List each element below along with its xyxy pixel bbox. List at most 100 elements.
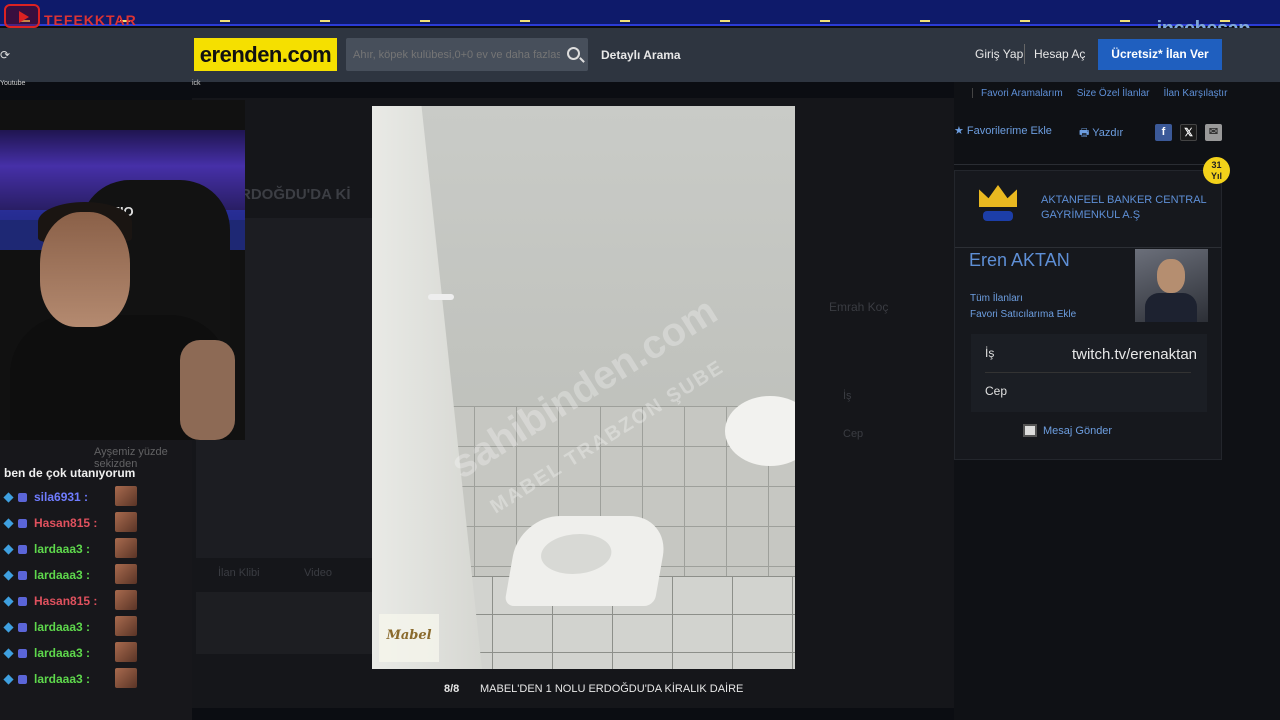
- all-listings-link[interactable]: Tüm İlanları: [970, 293, 1023, 304]
- seller-avatar: [1135, 249, 1208, 322]
- strip-dash: [920, 20, 930, 22]
- chat-message: ben de çok utanıyorum: [4, 466, 136, 480]
- squat-toilet: [504, 516, 670, 606]
- chat-overlay: Ayşemiz yüzde sekizden ben de çok utanıy…: [0, 440, 192, 720]
- chat-badges-icon: [3, 570, 30, 581]
- chat-row: lardaaa3 :: [3, 668, 190, 690]
- chat-badges-icon: [3, 492, 30, 503]
- add-favorite-seller-link[interactable]: Favori Satıcılarıma Ekle: [970, 309, 1076, 320]
- search-bar: [346, 38, 588, 71]
- phone-work-label: İş: [985, 346, 995, 360]
- chat-username[interactable]: lardaaa3 :: [34, 542, 90, 556]
- stream-brand: TEFEKKTAR: [44, 12, 137, 28]
- chat-emote-icon: [114, 642, 137, 662]
- chat-username[interactable]: sila6931 :: [34, 490, 88, 504]
- photo-title: MABEL'DEN 1 NOLU ERDOĞDU'DA KİRALIK DAİR…: [480, 683, 744, 695]
- years-badge-number: 31: [1211, 160, 1222, 170]
- login-link[interactable]: Giriş Yap: [975, 47, 1023, 61]
- streamer-face: [40, 212, 130, 327]
- chat-emote-icon: [114, 538, 137, 558]
- send-message-label: Mesaj Gönder: [1043, 425, 1113, 437]
- chat-emote-icon: [114, 668, 137, 688]
- send-message-button[interactable]: Mesaj Gönder: [1023, 424, 1113, 437]
- agency-logo: Mabel: [379, 614, 439, 662]
- listing-actions: ★ Favorilerime Ekle 🖶 Yazdır f 𝕏 ✉: [954, 118, 1224, 146]
- chat-badges-icon: [3, 544, 30, 555]
- top-links: Favori Aramalarım Size Özel İlanlar İlan K…: [972, 88, 1241, 99]
- chat-row: lardaaa3 :: [3, 538, 190, 560]
- favorite-searches-link[interactable]: Favori Aramalarım: [981, 88, 1063, 99]
- search-input[interactable]: [346, 38, 560, 71]
- phone-box: İş twitch.tv/erenaktan Cep: [971, 334, 1207, 412]
- chat-username[interactable]: Hasan815 :: [34, 594, 97, 608]
- listing-photo[interactable]: sahibinden.com MABEL TRABZON ŞUBE Mabel: [372, 106, 795, 669]
- screen: TEFEKKTAR incehesap.com ⟳ Youtube ick er…: [0, 0, 1280, 720]
- site-logo[interactable]: erenden.com: [194, 38, 337, 71]
- x-share-icon[interactable]: 𝕏: [1180, 124, 1197, 141]
- chat-username[interactable]: lardaaa3 :: [34, 672, 90, 686]
- bookmark-item[interactable]: ick: [192, 80, 201, 87]
- store-card: AKTANFEEL BANKER CENTRAL GAYRİMENKUL A.Ş …: [954, 170, 1222, 460]
- print-button[interactable]: 🖶 Yazdır: [1079, 124, 1123, 143]
- message-icon: [1023, 424, 1037, 437]
- agent-name-dimmed: Emrah Koç: [829, 300, 889, 314]
- compare-listings-link[interactable]: İlan Karşılaştır: [1164, 88, 1228, 99]
- chat-badges-icon: [3, 518, 30, 529]
- phone-work-value: twitch.tv/erenaktan: [1071, 346, 1197, 363]
- chat-username[interactable]: lardaaa3 :: [34, 568, 90, 582]
- phone-mobile-label: Cep: [985, 384, 1008, 398]
- chat-row: lardaaa3 :: [3, 564, 190, 586]
- webcam-overlay: ZIO: [0, 100, 245, 440]
- panel-divider: [954, 164, 1222, 165]
- seller-name: Eren AKTAN: [969, 250, 1070, 270]
- chat-emote-icon: [114, 512, 137, 532]
- chat-badges-icon: [3, 596, 30, 607]
- print-label: Yazdır: [1092, 127, 1124, 139]
- years-badge: 31 Yıl: [1203, 157, 1230, 184]
- header-divider: [1024, 44, 1025, 64]
- chat-badges-icon: [3, 622, 30, 633]
- email-share-icon[interactable]: ✉: [1205, 124, 1222, 141]
- chat-row: sila6931 :: [3, 486, 190, 508]
- facebook-share-icon[interactable]: f: [1155, 124, 1172, 141]
- listing-title-dimmed: RDOĞDU'DA Kİ: [240, 186, 351, 203]
- advanced-search-link[interactable]: Detaylı Arama: [601, 48, 681, 62]
- media-tab-video: Video: [304, 567, 332, 579]
- chat-row: Hasan815 :: [3, 512, 190, 534]
- strip-dash: [720, 20, 730, 22]
- strip-dash: [1120, 20, 1130, 22]
- youtube-icon: [4, 4, 40, 28]
- register-link[interactable]: Hesap Aç: [1034, 47, 1085, 61]
- chat-emote-icon: [114, 590, 137, 610]
- chat-row: Hasan815 :: [3, 590, 190, 612]
- add-favorite-label: Favorilerime Ekle: [966, 125, 1052, 137]
- listing-thumbnails-dimmed: [196, 592, 372, 654]
- photo-counter: 8/8: [444, 683, 460, 695]
- chat-badges-icon: [3, 674, 30, 685]
- add-favorite-button[interactable]: ★ Favorilerime Ekle: [954, 124, 1052, 137]
- store-divider: [955, 247, 1221, 248]
- strip-dash: [420, 20, 430, 22]
- chat-emote-icon: [114, 486, 137, 506]
- chat-username[interactable]: lardaaa3 :: [34, 620, 90, 634]
- post-ad-button[interactable]: Ücretsiz* İlan Ver: [1098, 39, 1222, 70]
- store-name[interactable]: AKTANFEEL BANKER CENTRAL GAYRİMENKUL A.Ş: [1041, 193, 1207, 223]
- chat-username[interactable]: lardaaa3 :: [34, 646, 90, 660]
- phone-label-is-dimmed: İş: [843, 390, 852, 402]
- chat-row: lardaaa3 :: [3, 642, 190, 664]
- store-name-line1: AKTANFEEL BANKER CENTRAL: [1041, 194, 1207, 206]
- chat-badges-icon: [3, 648, 30, 659]
- browser-reload-icon[interactable]: ⟳: [0, 48, 30, 70]
- strip-dash: [220, 20, 230, 22]
- store-logo-crown-icon[interactable]: [977, 185, 1019, 227]
- stream-top-strip: [0, 0, 1280, 26]
- personalized-listings-link[interactable]: Size Özel İlanlar: [1077, 88, 1150, 99]
- search-icon[interactable]: [567, 47, 580, 60]
- store-name-line2: GAYRİMENKUL A.Ş: [1041, 209, 1141, 221]
- bookmark-youtube[interactable]: Youtube: [0, 80, 30, 90]
- strip-dash: [520, 20, 530, 22]
- chat-username[interactable]: Hasan815 :: [34, 516, 97, 530]
- chat-emote-icon: [114, 564, 137, 584]
- strip-dash: [820, 20, 830, 22]
- strip-dash: [620, 20, 630, 22]
